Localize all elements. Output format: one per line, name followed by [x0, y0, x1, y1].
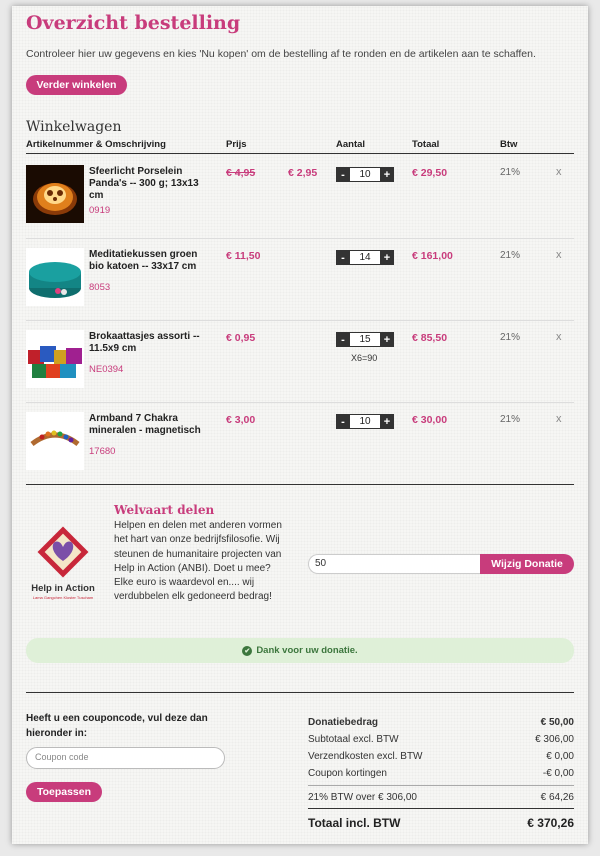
brocade-bags-image[interactable] — [26, 330, 84, 388]
summary-shipping-label: Verzendkosten excl. BTW — [308, 751, 423, 762]
panda-lantern-image[interactable] — [26, 165, 84, 223]
price: € 3,00 — [226, 414, 256, 426]
summary-donation-label: Donatiebedrag — [308, 717, 379, 728]
help-in-action-logo: Help in Action Lama Gangchen Kloster Tus… — [26, 525, 100, 603]
quantity-stepper: - 15 + — [336, 332, 394, 347]
check-circle-icon: ✔ — [242, 645, 253, 656]
meditation-cushion-image[interactable] — [26, 248, 84, 306]
line-vat: 21% — [500, 167, 521, 178]
donation-thanks-text: Dank voor uw donatie. — [256, 645, 358, 656]
price: € 11,50 — [226, 250, 261, 262]
order-overview-page: Overzicht bestelling Controleer hier uw … — [12, 6, 588, 844]
product-name[interactable]: Armband 7 Chakra mineralen - magnetisch — [89, 413, 205, 437]
quantity-note: X6=90 — [351, 353, 378, 363]
apply-coupon-button[interactable]: Toepassen — [26, 782, 102, 802]
summary-total-value: € 370,26 — [527, 816, 574, 830]
cart-bottom-divider — [26, 484, 574, 485]
price: € 0,95 — [226, 332, 256, 344]
page-title: Overzicht bestelling — [26, 12, 241, 34]
summary-coupon-row: Coupon kortingen -€ 0,00 — [308, 768, 574, 779]
change-donation-button[interactable]: Wijzig Donatie — [480, 554, 574, 574]
increase-quantity-button[interactable]: + — [380, 167, 394, 182]
line-total: € 161,00 — [412, 250, 453, 262]
quantity-input[interactable]: 10 — [350, 167, 380, 182]
summary-shipping-row: Verzendkosten excl. BTW € 0,00 — [308, 751, 574, 762]
product-code: 17680 — [89, 446, 116, 457]
line-vat: 21% — [500, 414, 521, 425]
summary-vat-value: € 64,26 — [540, 792, 574, 803]
product-code: 0919 — [89, 205, 111, 216]
summary-subdivider — [308, 785, 574, 786]
quantity-stepper: - 10 + — [336, 167, 394, 182]
quantity-input[interactable]: 10 — [350, 414, 380, 429]
coupon-code-input[interactable]: Coupon code — [26, 747, 225, 769]
quantity-stepper: - 10 + — [336, 414, 394, 429]
sale-price: € 2,95 — [288, 167, 318, 179]
remove-item-icon[interactable]: x — [556, 166, 562, 178]
remove-item-icon[interactable]: x — [556, 331, 562, 343]
line-total: € 29,50 — [412, 167, 448, 179]
decrease-quantity-button[interactable]: - — [336, 332, 350, 347]
summary-subtotal-value: € 306,00 — [535, 734, 574, 745]
logo-text: Help in Action — [31, 583, 95, 594]
line-vat: 21% — [500, 332, 521, 343]
product-code: 8053 — [89, 282, 111, 293]
cart-row: Armband 7 Chakra mineralen - magnetisch … — [26, 402, 574, 484]
line-total: € 30,00 — [412, 414, 448, 426]
summary-donation-value: € 50,00 — [540, 717, 574, 728]
quantity-input[interactable]: 14 — [350, 250, 380, 265]
cart-row: Sfeerlicht Porselein Panda's -- 300 g; 1… — [26, 155, 574, 237]
product-name[interactable]: Brokaattasjes assorti -- 11.5x9 cm — [89, 331, 205, 355]
col-header-quantity: Aantal — [336, 139, 366, 150]
summary-shipping-value: € 0,00 — [546, 751, 574, 762]
donation-thanks-alert: ✔ Dank voor uw donatie. — [26, 638, 574, 663]
decrease-quantity-button[interactable]: - — [336, 250, 350, 265]
summary-divider — [26, 692, 574, 693]
col-header-total: Totaal — [412, 139, 440, 150]
summary-subtotal-row: Subtotaal excl. BTW € 306,00 — [308, 734, 574, 745]
quantity-input[interactable]: 15 — [350, 332, 380, 347]
line-vat: 21% — [500, 250, 521, 261]
product-name[interactable]: Sfeerlicht Porselein Panda's -- 300 g; 1… — [89, 166, 205, 202]
summary-donation-row: Donatiebedrag € 50,00 — [308, 717, 574, 728]
donation-title: Welvaart delen — [114, 503, 215, 517]
col-header-vat: Btw — [500, 139, 518, 150]
donation-amount-input[interactable]: 50 — [308, 554, 480, 574]
decrease-quantity-button[interactable]: - — [336, 167, 350, 182]
header-divider — [26, 153, 574, 154]
quantity-stepper: - 14 + — [336, 250, 394, 265]
line-total: € 85,50 — [412, 332, 448, 344]
increase-quantity-button[interactable]: + — [380, 414, 394, 429]
old-price: € 4,95 — [226, 167, 256, 179]
donation-text: Helpen en delen met anderen vormen het h… — [114, 520, 282, 603]
remove-item-icon[interactable]: x — [556, 249, 562, 261]
continue-shopping-button[interactable]: Verder winkelen — [26, 75, 127, 95]
col-header-price: Prijs — [226, 139, 247, 150]
summary-total-row: Totaal incl. BTW € 370,26 — [308, 816, 574, 830]
decrease-quantity-button[interactable]: - — [336, 414, 350, 429]
logo-subtext: Lama Gangchen Kloster Tuscham — [33, 595, 94, 600]
product-name[interactable]: Meditatiekussen groen bio katoen -- 33x1… — [89, 249, 205, 273]
summary-vat-label: 21% BTW over € 306,00 — [308, 792, 417, 803]
coupon-label: Heeft u een couponcode, vul deze dan hie… — [26, 713, 208, 739]
summary-total-label: Totaal incl. BTW — [308, 816, 401, 830]
remove-item-icon[interactable]: x — [556, 413, 562, 425]
summary-total-divider — [308, 808, 574, 809]
increase-quantity-button[interactable]: + — [380, 332, 394, 347]
cart-row: Brokaattasjes assorti -- 11.5x9 cm NE039… — [26, 320, 574, 402]
increase-quantity-button[interactable]: + — [380, 250, 394, 265]
summary-coupon-label: Coupon kortingen — [308, 768, 387, 779]
chakra-bracelet-image[interactable] — [26, 412, 84, 470]
page-intro: Controleer hier uw gegevens en kies 'Nu … — [26, 48, 536, 60]
cart-title: Winkelwagen — [26, 119, 122, 135]
summary-coupon-value: -€ 0,00 — [542, 768, 574, 779]
cart-row: Meditatiekussen groen bio katoen -- 33x1… — [26, 238, 574, 320]
product-code: NE0394 — [89, 364, 124, 375]
summary-subtotal-label: Subtotaal excl. BTW — [308, 734, 399, 745]
summary-vat-row: 21% BTW over € 306,00 € 64,26 — [308, 792, 574, 803]
col-header-article: Artikelnummer & Omschrijving — [26, 139, 166, 150]
